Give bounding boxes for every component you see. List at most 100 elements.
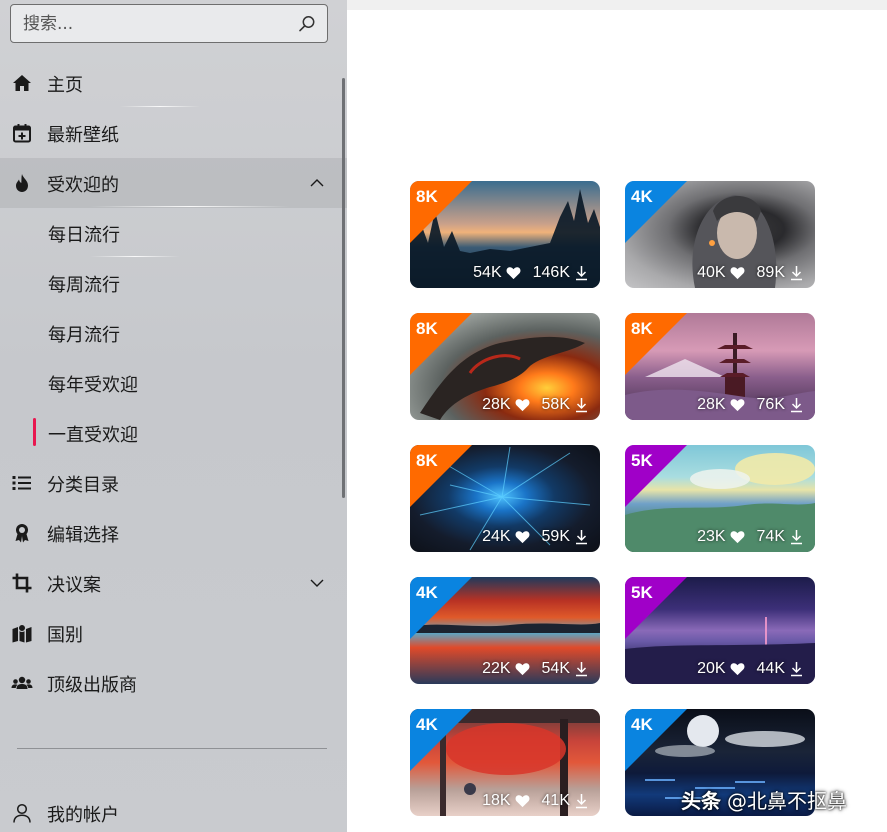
- nav-popular-yearly[interactable]: 每年受欢迎: [0, 358, 347, 408]
- downloads-count: 59K: [542, 528, 570, 546]
- sidebar-scrollbar[interactable]: [342, 78, 345, 498]
- wallpaper-card[interactable]: 5K 20K 44K: [625, 577, 815, 684]
- nav-my-account-label: 我的帐户: [47, 801, 119, 827]
- likes-count: 20K: [697, 660, 725, 678]
- heart-icon: [730, 662, 745, 676]
- resolution-badge: 4K: [631, 187, 653, 207]
- heart-icon: [515, 398, 530, 412]
- wallpaper-card[interactable]: 4K 18K 41K: [410, 709, 600, 816]
- downloads-count: 76K: [757, 396, 785, 414]
- download-icon: [575, 793, 588, 809]
- crop-icon: [11, 572, 33, 594]
- nav-catalog[interactable]: 分类目录: [0, 458, 347, 508]
- download-icon: [790, 265, 803, 281]
- downloads-count: 54K: [542, 660, 570, 678]
- nav-popular-monthly-label: 每月流行: [48, 321, 120, 347]
- separator: [90, 256, 180, 257]
- download-icon: [790, 661, 803, 677]
- sidebar: 主页 最新壁纸 受欢迎的 每日流行 每周流行 每月流行 每年受欢迎: [0, 0, 347, 832]
- resolution-badge: 5K: [631, 451, 653, 471]
- search-icon[interactable]: [297, 14, 317, 34]
- download-icon: [575, 529, 588, 545]
- downloads-count: 146K: [533, 264, 570, 282]
- nav-catalog-label: 分类目录: [47, 471, 119, 497]
- person-icon: [11, 802, 33, 824]
- resolution-badge: 5K: [631, 583, 653, 603]
- likes-count: 28K: [482, 396, 510, 414]
- nav-editors-choice-label: 编辑选择: [47, 521, 119, 547]
- likes-count: 18K: [482, 792, 510, 810]
- wallpaper-card[interactable]: 4K 22K 54K: [410, 577, 600, 684]
- watermark-handle: @北鼻不抠鼻: [727, 785, 847, 814]
- card-stats: 24K 59K: [482, 528, 588, 546]
- watermark: 头条 @北鼻不抠鼻: [681, 785, 847, 814]
- nav-resolution[interactable]: 决议案: [0, 558, 347, 608]
- award-icon: [11, 522, 33, 544]
- wallpaper-card[interactable]: 8K 28K 58K: [410, 313, 600, 420]
- nav-popular-label: 受欢迎的: [47, 171, 119, 197]
- card-stats: 40K 89K: [697, 264, 803, 282]
- nav-popular-yearly-label: 每年受欢迎: [48, 371, 138, 397]
- likes-count: 24K: [482, 528, 510, 546]
- download-icon: [790, 397, 803, 413]
- wallpaper-card[interactable]: 5K 23K 74K: [625, 445, 815, 552]
- card-stats: 23K 74K: [697, 528, 803, 546]
- resolution-badge: 8K: [416, 319, 438, 339]
- heart-icon: [515, 662, 530, 676]
- nav-editors-choice[interactable]: 编辑选择: [0, 508, 347, 558]
- nav-popular[interactable]: 受欢迎的: [0, 158, 347, 208]
- chevron-up-icon[interactable]: [309, 175, 325, 191]
- sidebar-divider: [17, 748, 327, 749]
- nav-latest[interactable]: 最新壁纸: [0, 108, 347, 158]
- nav-countries[interactable]: 国别: [0, 608, 347, 658]
- wallpaper-card[interactable]: 4K 40K 89K: [625, 181, 815, 288]
- heart-icon: [730, 398, 745, 412]
- card-stats: 28K 58K: [482, 396, 588, 414]
- card-stats: 20K 44K: [697, 660, 803, 678]
- nav-my-account[interactable]: 我的帐户: [0, 788, 347, 832]
- separator: [90, 206, 290, 207]
- search-input[interactable]: [23, 13, 293, 35]
- separator: [120, 106, 200, 107]
- wallpaper-card[interactable]: 8K 28K 76K: [625, 313, 815, 420]
- nav-popular-weekly[interactable]: 每周流行: [0, 258, 347, 308]
- selection-indicator: [33, 418, 36, 446]
- search-box[interactable]: [10, 4, 328, 43]
- download-icon: [575, 397, 588, 413]
- resolution-badge: 4K: [631, 715, 653, 735]
- nav-popular-monthly[interactable]: 每月流行: [0, 308, 347, 358]
- resolution-badge: 8K: [416, 451, 438, 471]
- resolution-badge: 8K: [631, 319, 653, 339]
- downloads-count: 44K: [757, 660, 785, 678]
- users-icon: [11, 672, 33, 694]
- header-strip: [347, 0, 887, 10]
- nav-popular-daily[interactable]: 每日流行: [0, 208, 347, 258]
- resolution-badge: 4K: [416, 583, 438, 603]
- likes-count: 40K: [697, 264, 725, 282]
- nav-latest-label: 最新壁纸: [47, 121, 119, 147]
- likes-count: 22K: [482, 660, 510, 678]
- resolution-badge: 8K: [416, 187, 438, 207]
- heart-icon: [506, 266, 521, 280]
- likes-count: 23K: [697, 528, 725, 546]
- card-stats: 18K 41K: [482, 792, 588, 810]
- nav-popular-alltime[interactable]: 一直受欢迎: [0, 408, 347, 458]
- download-icon: [575, 661, 588, 677]
- download-icon: [790, 529, 803, 545]
- watermark-brand: 头条: [681, 785, 721, 814]
- heart-icon: [730, 266, 745, 280]
- nav-countries-label: 国别: [47, 621, 83, 647]
- heart-icon: [515, 530, 530, 544]
- wallpaper-card[interactable]: 8K 54K 146K: [410, 181, 600, 288]
- card-stats: 54K 146K: [473, 264, 588, 282]
- downloads-count: 41K: [542, 792, 570, 810]
- nav-popular-weekly-label: 每周流行: [48, 271, 120, 297]
- wallpaper-card[interactable]: 8K 24K 59K: [410, 445, 600, 552]
- nav-home[interactable]: 主页: [0, 58, 347, 108]
- calendar-plus-icon: [11, 122, 33, 144]
- download-icon: [575, 265, 588, 281]
- nav-popular-daily-label: 每日流行: [48, 221, 120, 247]
- heart-icon: [515, 794, 530, 808]
- chevron-down-icon[interactable]: [309, 575, 325, 591]
- nav-top-publishers[interactable]: 顶级出版商: [0, 658, 347, 708]
